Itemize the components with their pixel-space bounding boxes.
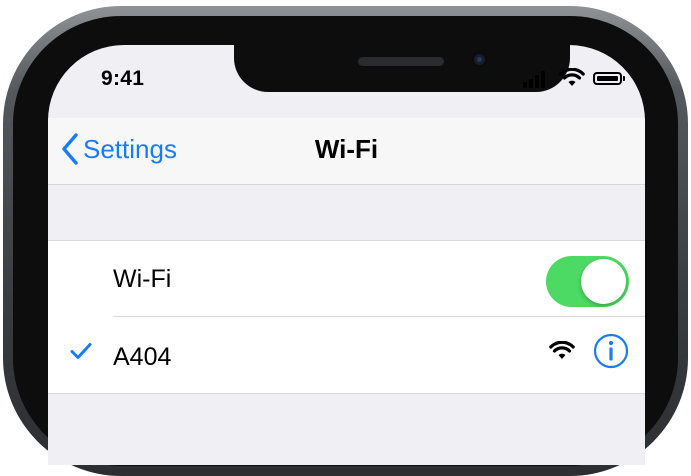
network-name: A404 [113,343,172,371]
wifi-toggle-label: Wi-Fi [113,265,172,293]
wifi-toggle-row: Wi-Fi [48,241,645,317]
page-title: Wi-Fi [314,134,379,164]
wifi-settings-group: Wi-Fi A404 [48,240,645,394]
front-camera [471,51,488,68]
navigation-bar: Settings Wi-Fi [48,118,645,185]
info-icon[interactable] [593,333,629,369]
checkmark-icon [70,343,92,359]
battery-cap [623,76,625,81]
screen: 9:41 Settings Wi-Fi Wi-Fi A404 [48,45,645,465]
notch [234,45,570,92]
network-row[interactable]: A404 [48,317,645,393]
toggle-knob [581,259,626,304]
wifi-icon [559,68,585,86]
battery-icon [593,72,622,85]
cellular-signal-icon [523,70,549,88]
status-time: 9:41 [101,67,145,90]
speaker-grille [358,57,444,66]
wifi-toggle-switch[interactable] [546,256,629,307]
battery-level [597,76,618,81]
wifi-signal-icon [549,341,575,359]
